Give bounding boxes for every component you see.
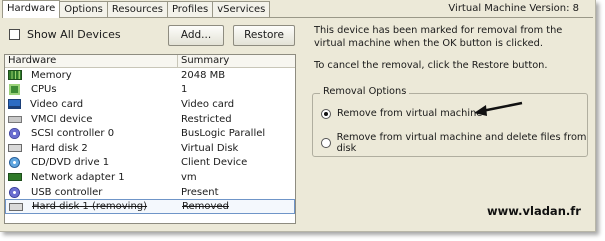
table-row[interactable]: SCSI controller 0 BusLogic Parallel xyxy=(5,126,295,141)
vm-version-label: Virtual Machine Version: 8 xyxy=(448,3,579,14)
tab-bar: Hardware Options Resources Profiles vSer… xyxy=(2,0,271,18)
device-name: Network adapter 1 xyxy=(31,171,125,183)
tab-resources[interactable]: Resources xyxy=(106,1,168,18)
device-summary: Restricted xyxy=(181,113,232,125)
remove-from-vm-radio[interactable] xyxy=(321,108,331,119)
tab-profiles[interactable]: Profiles xyxy=(166,1,214,18)
device-name: Memory xyxy=(31,69,72,81)
tab-options[interactable]: Options xyxy=(59,1,108,18)
remove-from-vm-label: Remove from virtual machine xyxy=(337,108,483,119)
table-row[interactable]: Hard disk 2 Virtual Disk xyxy=(5,141,295,156)
removal-options-title: Removal Options xyxy=(320,86,410,97)
show-all-devices-option[interactable]: Show All Devices xyxy=(9,28,121,41)
device-name: CD/DVD drive 1 xyxy=(31,157,110,169)
device-summary: Present xyxy=(181,186,219,198)
watermark-text: www.vladan.fr xyxy=(487,204,581,218)
table-row[interactable]: Video card Video card xyxy=(5,97,295,112)
remove-and-delete-radio[interactable] xyxy=(321,138,331,148)
hardware-table: Hardware Summary Memory 2048 MB CPUs 1 V… xyxy=(4,54,296,224)
scsi-controller-icon xyxy=(9,128,20,140)
restore-button[interactable]: Restore xyxy=(233,25,295,46)
table-row[interactable]: VMCI device Restricted xyxy=(5,112,295,127)
tab-hardware[interactable]: Hardware xyxy=(2,0,61,18)
device-name: SCSI controller 0 xyxy=(31,128,115,140)
annotation-arrow-icon xyxy=(474,101,523,116)
device-summary: Removed xyxy=(182,201,229,213)
hard-disk-icon xyxy=(9,202,23,211)
table-row[interactable]: CPUs 1 xyxy=(5,83,295,98)
remove-and-delete-option[interactable]: Remove from virtual machine and delete f… xyxy=(321,132,595,154)
cd-dvd-icon xyxy=(9,157,20,169)
tab-vservices[interactable]: vServices xyxy=(212,1,271,18)
device-summary: Video card xyxy=(181,98,235,110)
removal-message: This device has been marked for removal … xyxy=(314,25,563,49)
device-summary: Client Device xyxy=(181,157,248,169)
device-summary: Virtual Disk xyxy=(181,142,239,154)
table-header: Hardware Summary xyxy=(5,55,295,68)
column-header-summary[interactable]: Summary xyxy=(178,55,229,67)
table-row[interactable]: Memory 2048 MB xyxy=(5,68,295,83)
device-name: USB controller xyxy=(31,186,103,198)
remove-and-delete-label: Remove from virtual machine and delete f… xyxy=(336,132,587,154)
device-summary: vm xyxy=(181,171,197,183)
device-name: Hard disk 1 (removing) xyxy=(32,201,148,213)
device-name: Video card xyxy=(30,98,84,110)
device-summary: BusLogic Parallel xyxy=(181,128,266,140)
restore-hint: To cancel the removal, click the Restore… xyxy=(314,60,548,71)
vmci-device-icon xyxy=(8,115,22,123)
vm-properties-panel: Hardware Options Resources Profiles vSer… xyxy=(0,0,596,232)
table-row[interactable]: Network adapter 1 vm xyxy=(5,170,295,185)
video-card-icon xyxy=(8,99,21,110)
table-row[interactable]: CD/DVD drive 1 Client Device xyxy=(5,156,295,171)
table-row[interactable]: USB controller Present xyxy=(5,185,295,200)
memory-icon xyxy=(8,70,22,81)
tab-divider xyxy=(2,17,593,18)
show-all-devices-label: Show All Devices xyxy=(27,28,121,41)
cpu-icon xyxy=(9,84,20,96)
remove-from-vm-option[interactable]: Remove from virtual machine xyxy=(321,108,482,119)
show-all-devices-checkbox[interactable] xyxy=(9,29,20,40)
add-button[interactable]: Add... xyxy=(168,25,224,46)
device-summary: 1 xyxy=(181,84,188,96)
device-name: Hard disk 2 xyxy=(31,142,88,154)
table-row-selected-removing[interactable]: Hard disk 1 (removing) Removed xyxy=(5,199,295,214)
network-adapter-icon xyxy=(8,173,22,182)
column-header-hardware[interactable]: Hardware xyxy=(5,55,178,67)
usb-controller-icon xyxy=(9,186,20,198)
device-summary: 2048 MB xyxy=(181,69,226,81)
hard-disk-icon xyxy=(8,144,22,153)
device-name: CPUs xyxy=(31,84,57,96)
device-name: VMCI device xyxy=(31,113,93,125)
